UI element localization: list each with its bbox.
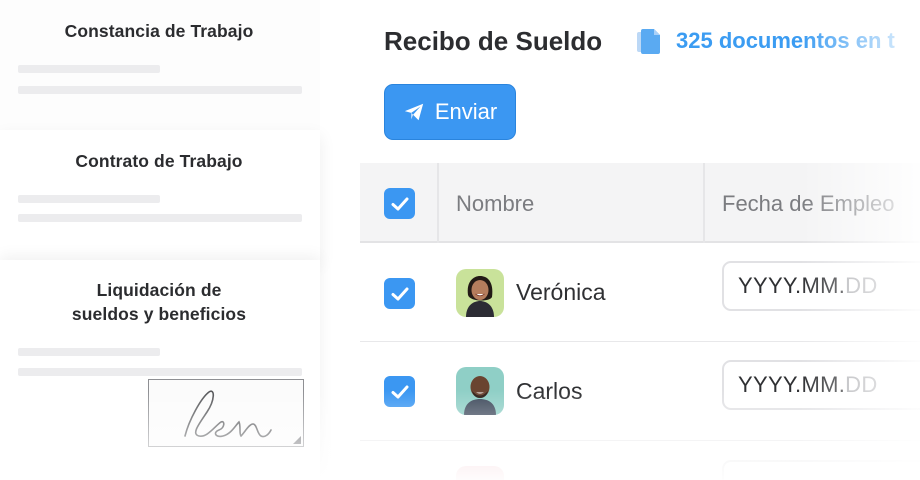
employment-date-input[interactable]: YYYY.MM.DD — [722, 360, 920, 410]
signature-field[interactable] — [148, 379, 304, 447]
date-value: YYYY.MM. — [738, 273, 846, 298]
document-stack-icon — [637, 29, 660, 54]
date-placeholder: DD — [845, 372, 878, 397]
checkmark-icon — [391, 287, 408, 300]
document-title: Liquidación de sueldos y beneficios — [0, 278, 318, 326]
text-placeholder-line — [18, 348, 160, 356]
send-button-label: Enviar — [434, 99, 498, 124]
document-title-line: sueldos y beneficios — [71, 304, 247, 324]
date-placeholder: DD — [845, 273, 878, 298]
document-count-label: 325 documentos en t — [676, 28, 895, 53]
column-divider[interactable] — [437, 163, 439, 243]
resize-grip-icon[interactable] — [293, 436, 301, 444]
column-header-name[interactable]: Nombre — [456, 191, 534, 217]
employee-name: Carlos — [516, 378, 583, 404]
date-value: YYYY.MM. — [738, 372, 846, 397]
send-button[interactable]: Enviar — [384, 84, 516, 140]
text-placeholder-line — [18, 368, 302, 376]
column-header-employment-date[interactable]: Fecha de Empleo — [722, 191, 894, 217]
table-header: Nombre Fecha de Empleo — [360, 163, 920, 243]
payslip-panel: Recibo de Sueldo 325 documentos en t Env… — [360, 0, 920, 480]
select-all-checkbox[interactable] — [384, 188, 415, 219]
signature-image — [184, 390, 272, 438]
avatar — [456, 269, 504, 317]
checkmark-icon — [391, 197, 408, 210]
employment-date-input[interactable]: YYYY.MM.DD — [722, 261, 920, 311]
employment-date-input[interactable] — [722, 460, 920, 480]
page-title: Recibo de Sueldo — [384, 26, 603, 56]
document-count: 325 documentos en t — [634, 27, 895, 55]
text-placeholder-line — [18, 195, 160, 203]
employee-name: Verónica — [516, 279, 606, 305]
checkmark-icon — [391, 385, 408, 398]
text-placeholder-line — [18, 65, 160, 73]
column-divider[interactable] — [703, 163, 705, 243]
document-card-contrato[interactable]: Contrato de Trabajo — [0, 130, 320, 260]
avatar — [456, 466, 504, 480]
text-placeholder-line — [18, 86, 302, 94]
paper-plane-icon — [404, 103, 423, 121]
document-list: Constancia de Trabajo Contrato de Trabaj… — [0, 0, 330, 480]
document-title: Contrato de Trabajo — [75, 151, 243, 171]
employee-table: Nombre Fecha de Empleo Verónica YYYY.MM.… — [360, 163, 920, 441]
row-checkbox[interactable] — [384, 376, 415, 407]
document-title-line: Liquidación de — [96, 280, 222, 300]
avatar — [456, 367, 504, 415]
table-row: Verónica YYYY.MM.DD — [360, 243, 920, 342]
text-placeholder-line — [18, 214, 302, 222]
document-card-constancia[interactable]: Constancia de Trabajo — [0, 0, 320, 130]
row-checkbox[interactable] — [384, 278, 415, 309]
table-row-partial — [360, 442, 920, 480]
document-title: Constancia de Trabajo — [64, 21, 254, 41]
table-row: Carlos YYYY.MM.DD — [360, 342, 920, 441]
